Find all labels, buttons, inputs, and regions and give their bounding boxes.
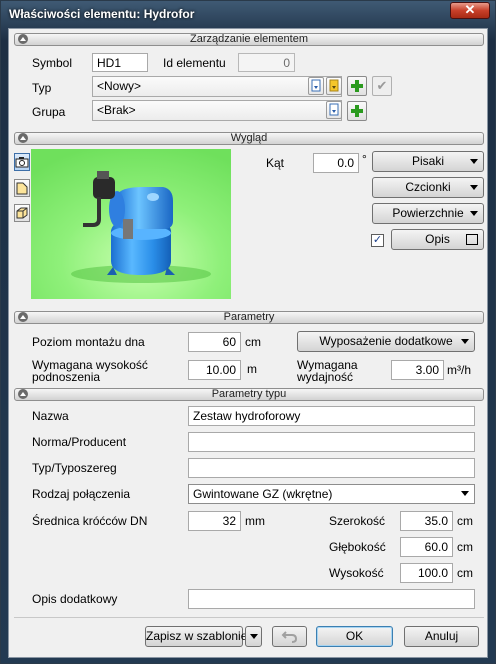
- section-title: Zarządzanie elementem: [189, 33, 308, 45]
- window-title: Właściwości elementu: Hydrofor: [9, 7, 195, 21]
- surfaces-button[interactable]: Powierzchnie: [372, 203, 484, 224]
- group-value: <Brak>: [97, 103, 136, 117]
- name-input[interactable]: Zestaw hydroforowy: [188, 406, 475, 426]
- name-label: Nazwa: [32, 409, 69, 423]
- group-selector[interactable]: <Brak>: [92, 100, 342, 121]
- save-template-dropdown[interactable]: [245, 626, 262, 647]
- extra-equipment-button[interactable]: Wyposażenie dodatkowe: [297, 331, 475, 352]
- group-browse-icon[interactable]: [326, 101, 342, 119]
- angle-label: Kąt: [266, 156, 285, 170]
- type-label: Typ: [32, 81, 52, 95]
- additional-notes-label: Opis dodatkowy: [32, 592, 118, 606]
- connection-type-label: Rodzaj połączenia: [32, 487, 131, 501]
- diameter-label: Średnica króćców DN: [32, 514, 148, 528]
- connection-type-select[interactable]: Gwintowane GZ (wkrętne): [188, 484, 475, 504]
- norm-producer-label: Norma/Producent: [32, 435, 127, 449]
- close-button[interactable]: ✕: [450, 2, 490, 19]
- pens-button[interactable]: Pisaki: [372, 151, 484, 172]
- type-library-icon[interactable]: [326, 77, 342, 95]
- type-series-input[interactable]: [188, 458, 475, 478]
- dropdown-arrow-icon: [470, 185, 478, 190]
- section-title: Wygląd: [230, 132, 268, 144]
- section-title: Parametry: [223, 311, 275, 323]
- additional-notes-input[interactable]: [188, 589, 475, 609]
- view-photo-button[interactable]: [14, 153, 30, 171]
- save-template-button[interactable]: Zapisz w szablonie: [145, 626, 247, 647]
- section-header-parameters[interactable]: Parametry: [14, 311, 484, 324]
- description-button[interactable]: Opis: [391, 229, 484, 250]
- symbol-input[interactable]: HD1: [92, 53, 148, 72]
- pens-button-label: Pisaki: [411, 154, 444, 168]
- footer-divider: [14, 617, 484, 618]
- depth-unit: cm: [457, 540, 473, 554]
- dropdown-arrow-icon: [250, 634, 258, 639]
- view-2d-button[interactable]: [14, 179, 30, 197]
- dropdown-arrow-icon: [470, 159, 478, 164]
- diameter-input[interactable]: 32: [188, 511, 241, 531]
- element-id-label: Id elementu: [163, 56, 226, 70]
- type-value: <Nowy>: [97, 79, 142, 93]
- connection-type-value: Gwintowane GZ (wkrętne): [193, 487, 333, 501]
- open-dialog-icon: [466, 234, 478, 245]
- section-title: Parametry typu: [211, 388, 287, 400]
- description-button-label: Opis: [425, 232, 450, 246]
- cancel-button[interactable]: Anuluj: [404, 626, 479, 647]
- mount-level-unit: cm: [245, 335, 261, 349]
- angle-input[interactable]: 0.0: [313, 153, 359, 173]
- width-label: Szerokość: [329, 514, 386, 528]
- dropdown-arrow-icon: [470, 211, 478, 216]
- dropdown-arrow-icon: [461, 339, 469, 344]
- add-type-button[interactable]: [347, 76, 367, 96]
- element-preview-image: [31, 149, 231, 299]
- fonts-button[interactable]: Czcionki: [372, 177, 484, 198]
- confirm-type-button[interactable]: ✔: [372, 76, 392, 96]
- dropdown-arrow-icon: [461, 491, 469, 496]
- type-series-label: Typ/Typoszereg: [32, 461, 117, 475]
- group-label: Grupa: [32, 105, 66, 119]
- undo-icon: [281, 631, 297, 643]
- add-group-button[interactable]: [347, 101, 367, 121]
- mount-level-label: Poziom montażu dna: [32, 335, 145, 349]
- type-selector[interactable]: <Nowy>: [92, 76, 342, 97]
- ok-button[interactable]: OK: [316, 626, 393, 647]
- diameter-unit: mm: [245, 514, 265, 528]
- surfaces-button-label: Powierzchnie: [392, 206, 464, 220]
- width-input[interactable]: 35.0: [400, 511, 453, 531]
- width-unit: cm: [457, 514, 473, 528]
- required-head-unit: m: [247, 362, 257, 376]
- undo-button[interactable]: [272, 626, 307, 647]
- fonts-button-label: Czcionki: [405, 180, 451, 194]
- norm-producer-input[interactable]: [188, 432, 475, 452]
- view-3d-button[interactable]: [14, 204, 30, 222]
- depth-input[interactable]: 60.0: [400, 537, 453, 557]
- required-capacity-input[interactable]: 3.00: [391, 360, 444, 380]
- mount-level-input[interactable]: 60: [188, 332, 241, 352]
- description-checkbox[interactable]: ✓: [371, 234, 384, 247]
- dialog-window: Właściwości elementu: Hydrofor ✕ Zarządz…: [0, 0, 496, 664]
- required-head-label: Wymagana wysokość podnoszenia: [32, 358, 148, 384]
- required-capacity-label: Wymagana wydajność: [297, 358, 358, 384]
- section-header-type-parameters[interactable]: Parametry typu: [14, 388, 484, 401]
- close-icon: ✕: [464, 2, 476, 17]
- required-head-input[interactable]: 10.00: [188, 360, 241, 380]
- height-label: Wysokość: [329, 566, 384, 580]
- depth-label: Głębokość: [329, 540, 386, 554]
- element-id-field: 0: [238, 53, 295, 72]
- title-bar[interactable]: Właściwości elementu: Hydrofor ✕: [1, 1, 495, 27]
- height-input[interactable]: 100.0: [400, 563, 453, 583]
- symbol-label: Symbol: [32, 56, 73, 70]
- section-header-appearance[interactable]: Wygląd: [14, 132, 484, 145]
- angle-unit: °: [362, 152, 367, 166]
- required-capacity-unit: m³/h: [447, 363, 471, 377]
- section-header-management[interactable]: Zarządzanie elementem: [14, 33, 484, 46]
- type-browse-icon[interactable]: [308, 77, 324, 95]
- height-unit: cm: [457, 566, 473, 580]
- extra-equipment-label: Wyposażenie dodatkowe: [319, 334, 453, 348]
